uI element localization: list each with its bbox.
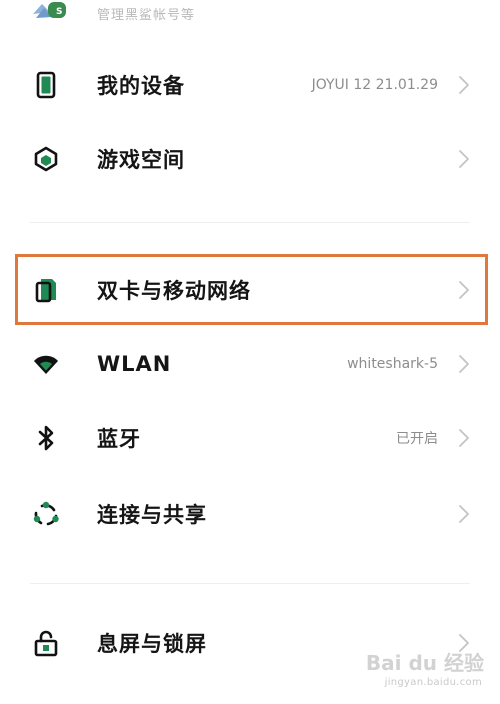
phone-device-icon bbox=[36, 71, 56, 99]
settings-item-label: WLAN bbox=[97, 352, 172, 376]
settings-item-sim-mobile-network[interactable]: 双卡与移动网络 bbox=[0, 257, 500, 323]
chevron-right-icon bbox=[459, 150, 469, 168]
baidu-watermark: Bai du 经验 jingyan.baidu.com bbox=[354, 642, 486, 688]
wifi-icon bbox=[34, 355, 58, 374]
wlan-network-value: whiteshark-5 bbox=[347, 356, 438, 372]
account-avatar-icon: S bbox=[33, 2, 66, 18]
settings-item-connection-sharing[interactable]: 连接与共享 bbox=[0, 481, 500, 547]
chevron-right-icon bbox=[459, 429, 469, 447]
settings-item-label: 连接与共享 bbox=[97, 503, 207, 527]
settings-item-game-space[interactable]: 游戏空间 bbox=[0, 126, 500, 192]
sim-card-icon bbox=[35, 279, 56, 303]
settings-item-label: 蓝牙 bbox=[97, 427, 141, 451]
account-row[interactable]: S 管理黑鲨帐号等 bbox=[0, 0, 500, 30]
settings-item-bluetooth[interactable]: 蓝牙 已开启 bbox=[0, 405, 500, 471]
settings-item-wlan[interactable]: WLAN whiteshark-5 bbox=[0, 331, 500, 397]
account-subtitle: 管理黑鲨帐号等 bbox=[97, 8, 196, 23]
watermark-url: jingyan.baidu.com bbox=[384, 677, 482, 688]
bluetooth-icon bbox=[38, 425, 54, 451]
settings-item-my-device[interactable]: 我的设备 JOYUI 12 21.01.29 bbox=[0, 52, 500, 118]
bluetooth-status-value: 已开启 bbox=[396, 431, 438, 447]
lock-icon bbox=[34, 630, 58, 657]
game-space-icon bbox=[34, 146, 58, 172]
chevron-right-icon bbox=[459, 355, 469, 373]
chevron-right-icon bbox=[459, 281, 469, 299]
section-divider bbox=[30, 583, 470, 584]
chevron-right-icon bbox=[459, 505, 469, 523]
settings-item-label: 息屏与锁屏 bbox=[97, 632, 207, 656]
share-icon bbox=[33, 501, 59, 526]
settings-screen: S 管理黑鲨帐号等 我的设备 JOYUI 12 21.01.29 游戏空间 双卡… bbox=[0, 0, 500, 704]
settings-item-label: 双卡与移动网络 bbox=[97, 279, 251, 303]
device-version-value: JOYUI 12 21.01.29 bbox=[311, 77, 438, 93]
watermark-logo: Bai du 经验 bbox=[365, 651, 484, 675]
section-divider bbox=[30, 222, 470, 223]
settings-item-label: 我的设备 bbox=[97, 74, 185, 98]
svg-text:S: S bbox=[56, 7, 62, 17]
chevron-right-icon bbox=[459, 76, 469, 94]
settings-item-label: 游戏空间 bbox=[97, 148, 185, 172]
